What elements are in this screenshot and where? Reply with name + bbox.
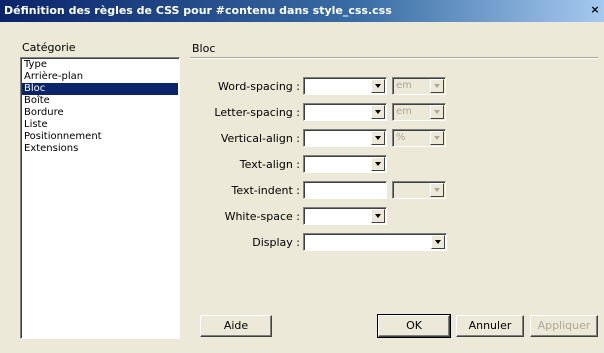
category-item-type[interactable]: Type <box>22 59 178 71</box>
close-icon[interactable]: × <box>588 3 602 17</box>
display-label: Display : <box>252 236 300 249</box>
text-align-select[interactable] <box>303 155 387 173</box>
chevron-down-icon[interactable] <box>371 157 385 171</box>
letter-spacing-label: Letter-spacing : <box>214 106 300 119</box>
vertical-align-label: Vertical-align : <box>220 132 300 145</box>
white-space-select[interactable] <box>303 207 387 225</box>
category-label: Catégorie <box>22 41 76 54</box>
word-spacing-label: Word-spacing : <box>218 80 300 93</box>
text-align-label: Text-align : <box>239 158 300 171</box>
category-item-box[interactable]: Boîte <box>22 95 178 107</box>
chevron-down-icon[interactable] <box>371 105 385 119</box>
css-rule-dialog: Définition des règles de CSS pour #conte… <box>0 0 604 353</box>
category-list[interactable]: Type Arrière-plan Bloc Boîte Bordure Lis… <box>20 57 180 339</box>
category-item-positioning[interactable]: Positionnement <box>22 131 178 143</box>
display-select[interactable] <box>303 233 447 251</box>
chevron-down-icon <box>430 183 444 197</box>
category-item-background[interactable]: Arrière-plan <box>22 71 178 83</box>
chevron-down-icon <box>430 105 444 119</box>
help-button[interactable]: Aide <box>200 315 272 337</box>
chevron-down-icon[interactable] <box>371 79 385 93</box>
text-indent-unit-select <box>392 181 446 199</box>
vertical-align-combo[interactable] <box>303 129 387 147</box>
chevron-down-icon[interactable] <box>371 131 385 145</box>
ok-button[interactable]: OK <box>377 314 451 338</box>
section-divider <box>190 57 598 59</box>
letter-spacing-combo[interactable] <box>303 103 387 121</box>
window-title: Définition des règles de CSS pour #conte… <box>4 4 392 17</box>
chevron-down-icon <box>430 131 444 145</box>
text-indent-label: Text-indent : <box>231 184 300 197</box>
text-indent-input[interactable] <box>303 181 387 199</box>
category-item-list[interactable]: Liste <box>22 119 178 131</box>
word-spacing-unit-value: em <box>396 80 412 91</box>
vertical-align-unit-value: % <box>396 132 406 143</box>
vertical-align-unit-select: % <box>392 129 446 147</box>
white-space-label: White-space : <box>224 210 300 223</box>
chevron-down-icon[interactable] <box>371 209 385 223</box>
word-spacing-unit-select: em <box>392 77 446 95</box>
section-title: Bloc <box>192 42 216 55</box>
title-bar[interactable]: Définition des règles de CSS pour #conte… <box>0 0 604 22</box>
apply-button: Appliquer <box>530 315 598 337</box>
chevron-down-icon <box>430 79 444 93</box>
cancel-button[interactable]: Annuler <box>456 315 524 337</box>
chevron-down-icon[interactable] <box>431 235 445 249</box>
word-spacing-combo[interactable] <box>303 77 387 95</box>
category-item-block[interactable]: Bloc <box>22 83 178 95</box>
letter-spacing-unit-select: em <box>392 103 446 121</box>
category-item-border[interactable]: Bordure <box>22 107 178 119</box>
letter-spacing-unit-value: em <box>396 106 412 117</box>
category-item-extensions[interactable]: Extensions <box>22 143 178 155</box>
